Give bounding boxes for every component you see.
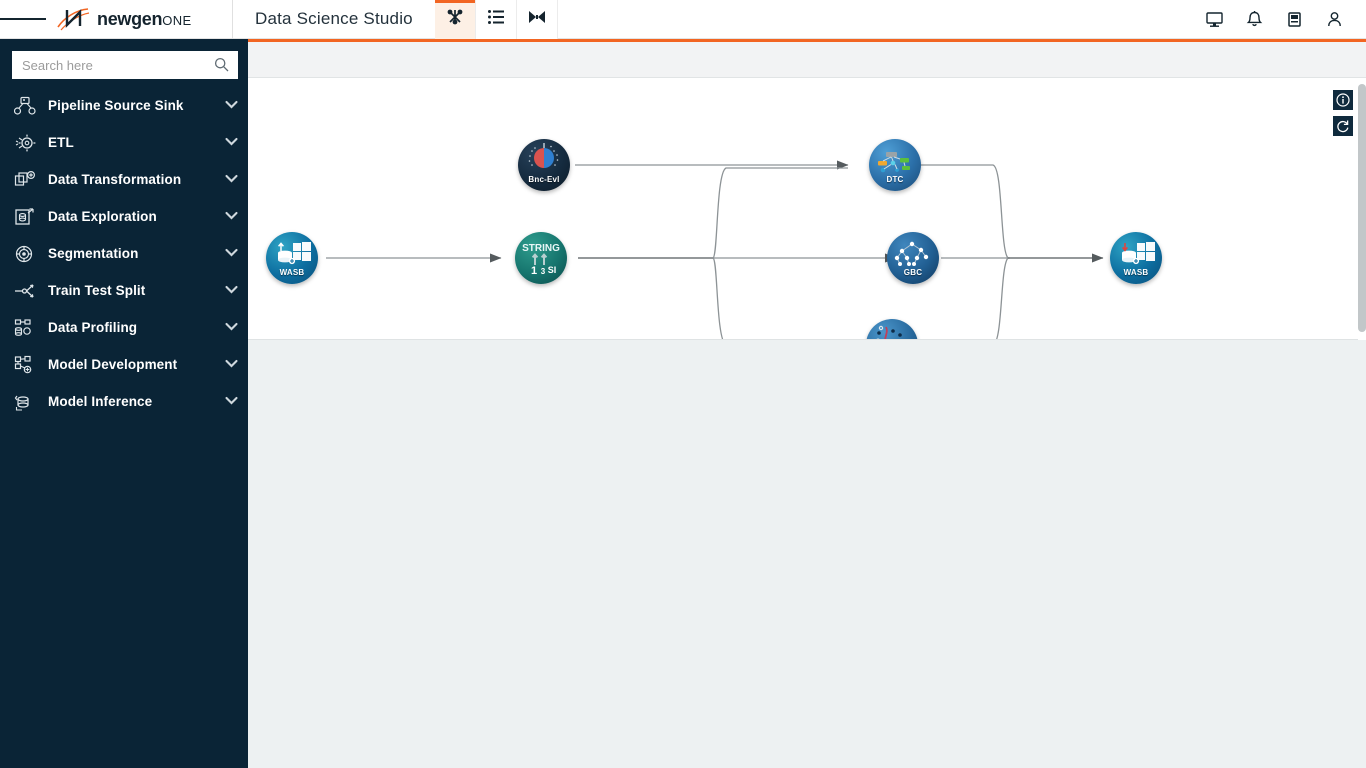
topbar-actions: [1194, 0, 1366, 39]
gradient-boosting-classifier-icon: [894, 241, 929, 266]
svg-text:1: 1: [531, 265, 537, 277]
brand-logo[interactable]: newgenONE: [46, 0, 232, 39]
string-indexer-icon: STRING 1 3 SI: [522, 243, 560, 277]
content-area: WASB Bnc-Evl STRING 1 3 SI DTC GBC WASB: [248, 42, 1366, 768]
node-wasb-source[interactable]: WASB: [266, 232, 318, 284]
collapse-panel-icon: [527, 8, 547, 31]
book-icon[interactable]: [1274, 0, 1314, 39]
chevron-down-icon[interactable]: [225, 174, 238, 186]
sidebar-item-train-test-split[interactable]: Train Test Split: [0, 272, 248, 309]
canvas-toolbar: [248, 42, 1366, 78]
model-development-icon: [14, 354, 38, 376]
sidebar-item-label: Segmentation: [48, 246, 139, 261]
random-forest-classifier-icon: [876, 325, 902, 339]
sidebar-item-label: Model Development: [48, 357, 178, 372]
user-icon[interactable]: [1314, 0, 1354, 39]
model-inference-icon: [14, 391, 38, 413]
sidebar-item-etl[interactable]: ETL: [0, 124, 248, 161]
sidebar-item-label: Train Test Split: [48, 283, 146, 298]
sidebar-item-segmentation[interactable]: Segmentation: [0, 235, 248, 272]
train-test-split-icon: [14, 280, 38, 302]
decision-tree-classifier-icon: [878, 152, 910, 173]
newgen-swoosh-logo-icon: [54, 6, 92, 32]
refresh-icon[interactable]: [1333, 116, 1353, 136]
search-icon[interactable]: [214, 57, 229, 77]
sidebar-item-model-development[interactable]: Model Development: [0, 346, 248, 383]
data-profiling-icon: [14, 317, 38, 339]
data-transformation-icon: [14, 169, 38, 191]
info-icon[interactable]: [1333, 90, 1353, 110]
pipeline-edges: [326, 160, 1104, 339]
sidebar-item-data-transformation[interactable]: Data Transformation: [0, 161, 248, 198]
sidebar-item-data-exploration[interactable]: Data Exploration: [0, 198, 248, 235]
chevron-down-icon[interactable]: [225, 211, 238, 223]
sidebar: Pipeline Source Sink ETL: [0, 39, 248, 768]
node-rfc[interactable]: RFC: [866, 319, 918, 339]
brand-name-suffix: ONE: [162, 12, 192, 28]
node-gbc[interactable]: GBC: [887, 232, 939, 284]
node-dtc[interactable]: DTC: [869, 139, 921, 191]
page-title: Data Science Studio: [255, 9, 413, 28]
sidebar-item-pipeline-source-sink[interactable]: Pipeline Source Sink: [0, 87, 248, 124]
chevron-down-icon[interactable]: [225, 137, 238, 149]
node-string-indexer[interactable]: STRING 1 3 SI: [515, 232, 567, 284]
canvas-vertical-scrollbar[interactable]: [1358, 78, 1366, 340]
tab-collapse[interactable]: [516, 0, 558, 39]
sidebar-item-model-inference[interactable]: Model Inference: [0, 383, 248, 420]
wasb-sink-icon: [1121, 242, 1155, 265]
bell-icon[interactable]: [1234, 0, 1274, 39]
tab-list[interactable]: [475, 0, 517, 39]
tab-bar: [434, 0, 558, 39]
etl-gear-icon: [14, 132, 38, 154]
hamburger-bar: [30, 18, 46, 20]
svg-text:3: 3: [541, 267, 546, 276]
monitor-icon[interactable]: [1194, 0, 1234, 39]
data-exploration-icon: [14, 206, 38, 228]
canvas-float-buttons: [1333, 90, 1353, 136]
scrollbar-thumb[interactable]: [1358, 84, 1366, 332]
chevron-down-icon[interactable]: [225, 322, 238, 334]
sidebar-item-label: Data Transformation: [48, 172, 182, 187]
pipeline-source-sink-icon: [14, 95, 38, 117]
brand-name-main: newgen: [97, 8, 163, 29]
sidebar-item-data-profiling[interactable]: Data Profiling: [0, 309, 248, 346]
top-bar: newgenONE Data Science Studio: [0, 0, 1366, 39]
accent-rule: [248, 39, 1366, 42]
sidebar-item-label: ETL: [48, 135, 74, 150]
wasb-source-icon: [278, 242, 311, 265]
search-input[interactable]: [12, 52, 202, 78]
binary-evaluator-icon: [528, 143, 559, 168]
chevron-down-icon[interactable]: [225, 248, 238, 260]
list-icon: [487, 8, 505, 31]
pipeline-workflow-icon: [445, 7, 465, 32]
hamburger-bar: [0, 18, 16, 20]
svg-text:SI: SI: [548, 265, 557, 275]
brand-name: newgenONE: [97, 9, 192, 30]
hamburger-menu-icon[interactable]: [0, 0, 46, 39]
segmentation-icon: [14, 243, 38, 265]
search-box[interactable]: [12, 51, 238, 79]
tab-pipeline[interactable]: [434, 0, 476, 39]
sidebar-item-label: Data Exploration: [48, 209, 157, 224]
search-container: [0, 39, 248, 87]
hamburger-bar: [15, 18, 31, 20]
chevron-down-icon[interactable]: [225, 100, 238, 112]
svg-text:STRING: STRING: [522, 243, 560, 254]
sidebar-item-label: Pipeline Source Sink: [48, 98, 184, 113]
sidebar-item-label: Data Profiling: [48, 320, 138, 335]
chevron-down-icon[interactable]: [225, 396, 238, 408]
node-bnc-evl[interactable]: Bnc-Evl: [518, 139, 570, 191]
pipeline-canvas[interactable]: WASB Bnc-Evl STRING 1 3 SI DTC GBC WASB: [248, 78, 1366, 340]
node-wasb-sink[interactable]: WASB: [1110, 232, 1162, 284]
chevron-down-icon[interactable]: [225, 285, 238, 297]
chevron-down-icon[interactable]: [225, 359, 238, 371]
sidebar-item-label: Model Inference: [48, 394, 153, 409]
